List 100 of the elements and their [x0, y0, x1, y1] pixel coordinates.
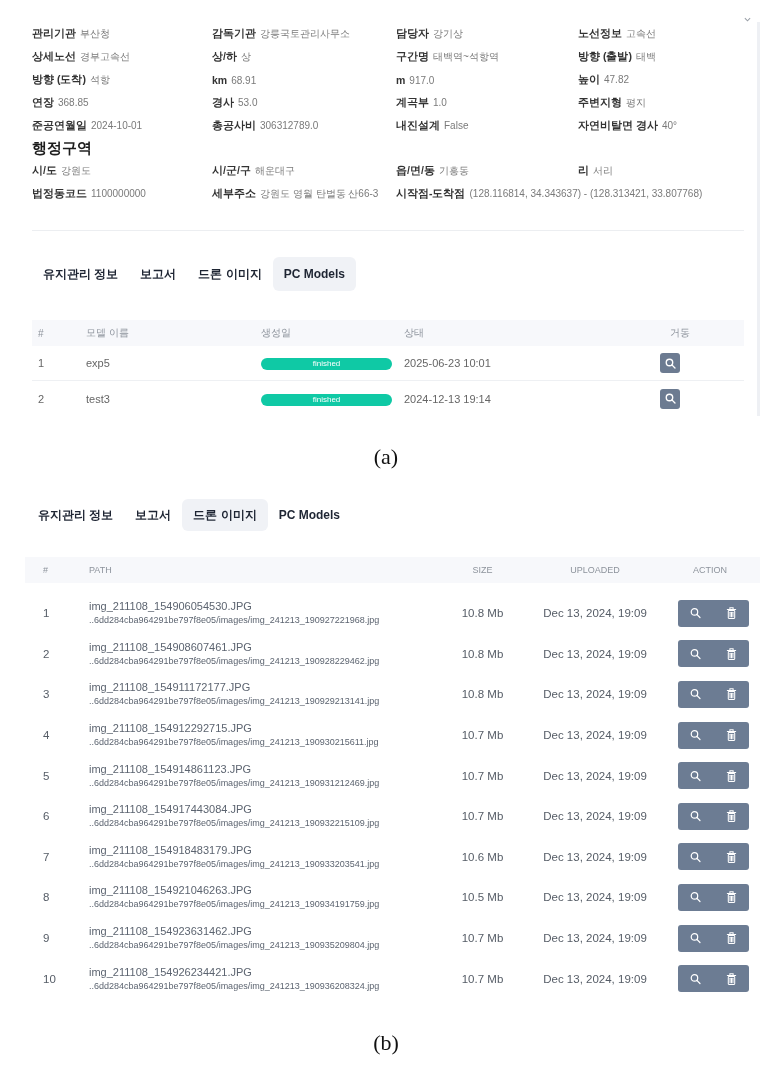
field-label: 총공사비: [212, 118, 256, 133]
table-cell: 1: [43, 607, 50, 620]
tab[interactable]: 유지관리 정보: [27, 499, 125, 531]
file-name: img_211108_154912292715.JPG: [89, 721, 253, 737]
delete-button[interactable]: [713, 802, 749, 830]
table-cell: 3: [43, 688, 50, 701]
search-button[interactable]: [678, 599, 714, 627]
search-button[interactable]: [678, 762, 714, 790]
search-button[interactable]: [678, 721, 714, 749]
table-cell: Dec 13, 2024, 19:09: [543, 729, 647, 742]
column-header: #: [43, 565, 48, 575]
delete-button[interactable]: [713, 965, 749, 993]
table-cell: test3: [86, 392, 110, 405]
tab[interactable]: 유지관리 정보: [32, 257, 130, 291]
trash-icon: [725, 850, 737, 863]
column-header: 모델 이름: [86, 327, 129, 338]
field-value: 석항: [89, 72, 110, 87]
tab[interactable]: PC Models: [267, 499, 352, 531]
table-cell: 9: [43, 932, 50, 945]
field-label: 방향 (도착): [32, 72, 86, 87]
field-value: (128.116814, 34.343637) - (128.313421, 33.807768): [469, 187, 703, 199]
table-cell: Dec 13, 2024, 19:09: [543, 932, 647, 945]
table-cell: 10.8 Mb: [461, 607, 504, 620]
trash-icon: [725, 891, 737, 904]
chevron-down-icon[interactable]: [744, 17, 751, 22]
search-button[interactable]: [678, 681, 714, 708]
field-label: 노선정보: [578, 26, 622, 41]
file-path: ..6dd284cba964291be797f8e05/images/img_241213_190934191759.jpg: [89, 898, 381, 912]
field-value: 상: [240, 49, 251, 64]
field-value: 40°: [661, 119, 678, 131]
search-button[interactable]: [678, 843, 714, 871]
search-button[interactable]: [678, 802, 714, 830]
tab[interactable]: 보고서: [129, 257, 188, 291]
field-value: False: [444, 119, 469, 131]
file-name: img_211108_154918483179.JPG: [89, 842, 253, 858]
table-cell: Dec 13, 2024, 19:09: [543, 607, 647, 620]
search-icon: [690, 607, 702, 620]
search-button[interactable]: [660, 353, 680, 373]
column-header: 상태: [404, 327, 424, 338]
table-cell: Dec 13, 2024, 19:09: [543, 769, 647, 782]
file-path: ..6dd284cba964291be797f8e05/images/img_241213_190935209804.jpg: [89, 939, 381, 953]
search-icon: [690, 729, 702, 742]
section-heading: 행정구역: [32, 139, 92, 156]
delete-button[interactable]: [713, 843, 749, 871]
delete-button[interactable]: [713, 924, 749, 952]
field-value: 고속선: [626, 26, 656, 41]
tab[interactable]: PC Models: [272, 257, 357, 291]
field-label: m: [396, 73, 406, 86]
field-value: 368.85: [58, 96, 89, 108]
column-header: PATH: [89, 565, 112, 575]
table-cell: 4: [43, 729, 50, 742]
field-value: 기흥동: [438, 163, 469, 178]
delete-button[interactable]: [713, 762, 749, 790]
tab[interactable]: 드론 이미지: [182, 499, 268, 531]
field-value: 태백역~석항역: [433, 49, 499, 64]
delete-button[interactable]: [713, 721, 749, 749]
search-icon: [690, 932, 702, 945]
tab[interactable]: 드론 이미지: [187, 257, 273, 291]
search-button[interactable]: [678, 640, 714, 668]
field-value: 917.0: [409, 74, 435, 86]
delete-button[interactable]: [713, 599, 749, 627]
search-button[interactable]: [678, 965, 714, 993]
field-value: 서리: [593, 163, 613, 178]
search-button[interactable]: [678, 924, 714, 952]
field-label: 관리기관: [32, 26, 76, 41]
search-button[interactable]: [678, 883, 714, 911]
file-path: ..6dd284cba964291be797f8e05/images/img_241213_190931212469.jpg: [89, 776, 381, 790]
file-path: ..6dd284cba964291be797f8e05/images/img_241213_190936208324.jpg: [89, 979, 381, 993]
field-label: 세부주소: [212, 186, 256, 201]
trash-icon: [725, 688, 737, 701]
search-icon: [690, 769, 702, 782]
field-value: 306312789.0: [260, 119, 319, 131]
trash-icon: [725, 729, 737, 742]
field-value: 47.82: [604, 73, 630, 85]
file-path: ..6dd284cba964291be797f8e05/images/img_241213_190932215109.jpg: [89, 817, 381, 831]
file-name: img_211108_154911172177.JPG: [89, 680, 252, 696]
file-path: ..6dd284cba964291be797f8e05/images/img_241213_190927221968.jpg: [89, 614, 381, 628]
field-label: 시/군/구: [212, 163, 251, 178]
delete-button[interactable]: [713, 681, 749, 708]
field-label: 감독기관: [212, 26, 256, 41]
delete-button[interactable]: [713, 640, 749, 668]
table-cell: 8: [43, 891, 50, 904]
table-cell: 2: [43, 647, 50, 660]
field-value: 경부고속선: [80, 49, 130, 64]
table-cell: Dec 13, 2024, 19:09: [543, 972, 647, 985]
tab[interactable]: 보고서: [124, 499, 183, 531]
trash-icon: [725, 972, 737, 985]
search-button[interactable]: [660, 388, 680, 409]
field-value: 해운대구: [254, 163, 295, 178]
table-cell: 5: [43, 769, 50, 782]
column-header: SIZE: [472, 565, 493, 575]
field-label: 담당자: [396, 26, 429, 41]
trash-icon: [725, 810, 737, 823]
trash-icon: [725, 607, 737, 620]
file-name: img_211108_154908607461.JPG: [89, 639, 253, 655]
field-label: 연장: [32, 95, 54, 110]
delete-button[interactable]: [713, 883, 749, 911]
table-cell: Dec 13, 2024, 19:09: [543, 688, 647, 701]
search-icon: [690, 810, 702, 823]
figure-caption: (a): [373, 444, 399, 469]
